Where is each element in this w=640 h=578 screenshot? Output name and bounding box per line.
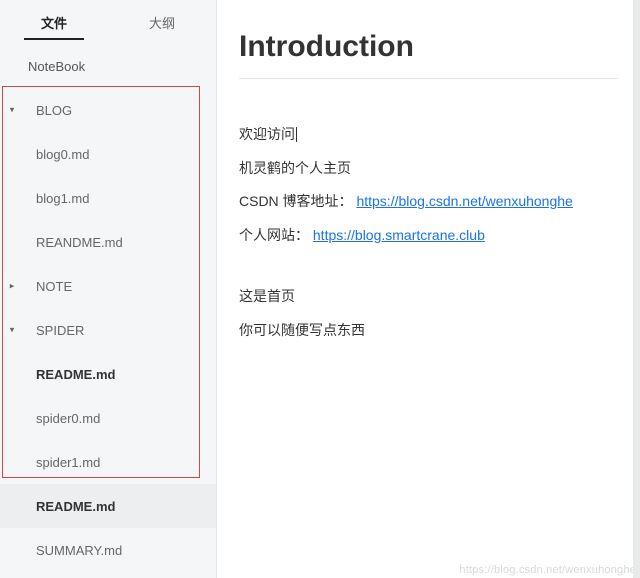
watermark: https://blog.csdn.net/wenxuhonghe	[459, 564, 636, 576]
text: 欢迎访问	[239, 126, 295, 142]
page-title: Introduction	[239, 30, 618, 64]
tree-file-reandme[interactable]: REANDME.md	[0, 220, 216, 264]
tree-file-spider1[interactable]: spider1.md	[0, 440, 216, 484]
paragraph-welcome[interactable]: 欢迎访问	[239, 125, 618, 145]
text: CSDN 博客地址：	[239, 193, 353, 209]
sidebar: 文件 大纲 NoteBook ▾ BLOG blog0.md blog1.md …	[0, 0, 217, 578]
tab-outline[interactable]: 大纲	[108, 13, 216, 40]
tree-label: NOTE	[36, 279, 72, 294]
tree-root-notebook[interactable]: NoteBook	[0, 44, 216, 88]
tree-label: SPIDER	[36, 323, 84, 338]
tree-file-blog1[interactable]: blog1.md	[0, 176, 216, 220]
scrollbar-track[interactable]	[633, 0, 640, 578]
tree-file-root-readme[interactable]: README.md	[0, 484, 216, 528]
sidebar-tabs: 文件 大纲	[0, 0, 216, 40]
caret-down-icon: ▾	[6, 105, 18, 116]
text: 个人网站：	[239, 227, 309, 243]
tree-file-spider0[interactable]: spider0.md	[0, 396, 216, 440]
text-cursor-icon	[296, 127, 297, 142]
tab-file[interactable]: 文件	[0, 13, 108, 40]
content-area: Introduction 欢迎访问 机灵鹤的个人主页 CSDN 博客地址： ht…	[217, 0, 640, 578]
paragraph-home[interactable]: 这是首页	[239, 287, 618, 307]
paragraph-free[interactable]: 你可以随便写点东西	[239, 321, 618, 341]
tree-file-spider-readme[interactable]: README.md	[0, 352, 216, 396]
tree-folder-blog[interactable]: ▾ BLOG	[0, 88, 216, 132]
paragraph-csdn[interactable]: CSDN 博客地址： https://blog.csdn.net/wenxuho…	[239, 192, 618, 212]
tree-folder-note[interactable]: ▸ NOTE	[0, 264, 216, 308]
caret-right-icon: ▸	[6, 281, 18, 292]
caret-down-icon: ▾	[6, 325, 18, 336]
paragraph-owner[interactable]: 机灵鹤的个人主页	[239, 159, 618, 179]
tree-label: BLOG	[36, 103, 72, 118]
title-divider	[239, 78, 618, 79]
link-personal[interactable]: https://blog.smartcrane.club	[313, 227, 485, 243]
file-tree: NoteBook ▾ BLOG blog0.md blog1.md REANDM…	[0, 40, 216, 572]
tree-file-summary[interactable]: SUMMARY.md	[0, 528, 216, 572]
tree-file-blog0[interactable]: blog0.md	[0, 132, 216, 176]
tree-folder-spider[interactable]: ▾ SPIDER	[0, 308, 216, 352]
paragraph-personal-site[interactable]: 个人网站： https://blog.smartcrane.club	[239, 226, 618, 246]
link-csdn[interactable]: https://blog.csdn.net/wenxuhonghe	[356, 193, 572, 209]
